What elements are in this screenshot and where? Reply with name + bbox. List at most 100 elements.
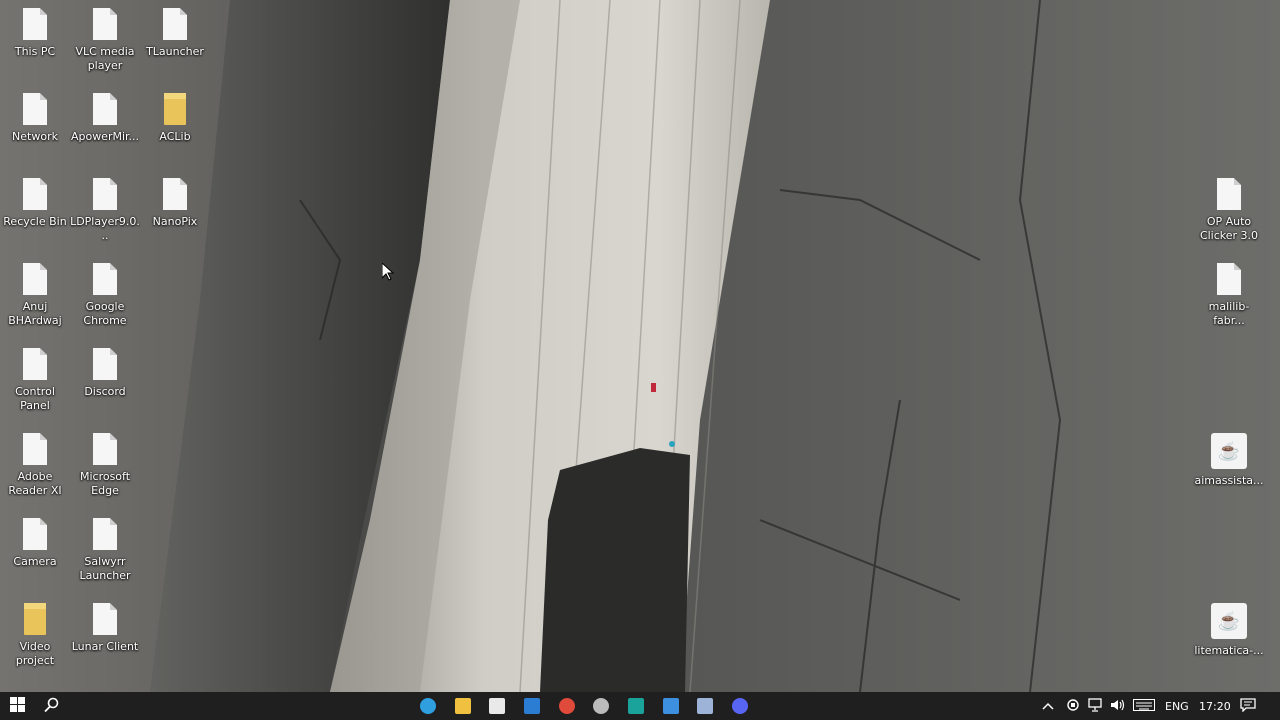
desktop-icon-label: ApowerMir... — [70, 130, 140, 143]
icon-glyph-wrapper — [92, 178, 118, 212]
file-icon — [93, 348, 117, 380]
taskbar-app-store[interactable] — [483, 692, 511, 720]
desktop-icon-malilib-fabr[interactable]: malilib-fabr... — [1193, 263, 1265, 328]
desktop-icon-label: Discord — [84, 385, 126, 398]
file-icon — [23, 8, 47, 40]
icon-glyph-wrapper — [92, 603, 118, 637]
taskbar-app-word[interactable] — [518, 692, 546, 720]
store-icon — [489, 698, 505, 714]
taskbar-app-app-circle[interactable] — [587, 692, 615, 720]
desktop-icon-label: Microsoft Edge — [79, 470, 131, 497]
desktop-icon-lunar-client[interactable]: Lunar Client — [69, 603, 141, 654]
chrome-icon — [559, 698, 575, 714]
taskbar-app-file-explorer[interactable] — [449, 692, 477, 720]
windows-logo-icon — [9, 696, 25, 716]
start-button[interactable] — [0, 692, 34, 720]
desktop-icon-label: LDPlayer9.0... — [70, 215, 140, 242]
tray-app-icon[interactable] — [1066, 692, 1080, 720]
desktop-icon-anuj-bhardwaj[interactable]: Anuj BHArdwaj — [0, 263, 71, 328]
keyboard-icon — [1133, 698, 1155, 714]
desktop-icon-op-auto-clicker-3-0[interactable]: OP Auto Clicker 3.0 — [1193, 178, 1265, 243]
file-icon — [93, 178, 117, 210]
icon-glyph-wrapper — [22, 348, 48, 382]
desktop-icon-camera[interactable]: Camera — [0, 518, 71, 569]
icon-glyph-wrapper — [22, 603, 48, 637]
desktop-icon-label: ACLib — [159, 130, 191, 143]
input-language-button[interactable]: ENG — [1165, 692, 1189, 720]
file-icon — [23, 518, 47, 550]
network-icon — [1088, 697, 1104, 715]
java-file-icon: ☕ — [1211, 603, 1247, 639]
desktop-icon-label: Adobe Reader XI — [8, 470, 62, 497]
desktop-icon-label: Network — [12, 130, 58, 143]
desktop-icon-this-pc[interactable]: This PC — [0, 8, 71, 59]
action-center-button[interactable] — [1240, 692, 1256, 720]
desktop-icon-ldplayer9-0[interactable]: LDPlayer9.0... — [69, 178, 141, 243]
desktop-icon-adobe-reader-xi[interactable]: Adobe Reader XI — [0, 433, 71, 498]
window-app-icon — [663, 698, 679, 714]
desktop-icon-google-chrome[interactable]: Google Chrome — [69, 263, 141, 328]
speaker-icon — [1110, 698, 1126, 715]
chevron-up-icon — [1042, 700, 1054, 713]
file-icon — [93, 263, 117, 295]
desktop-icon-label: Camera — [13, 555, 57, 568]
steering-icon — [593, 698, 609, 714]
icon-glyph-wrapper: ☕ — [1210, 433, 1248, 471]
file-icon — [93, 518, 117, 550]
desktop-icon-apowermir[interactable]: ApowerMir... — [69, 93, 141, 144]
taskbar-app-teal-app[interactable] — [622, 692, 650, 720]
clock-button[interactable]: 17:20 — [1199, 692, 1231, 720]
taskbar-app-edge[interactable] — [414, 692, 442, 720]
desktop-icon-label: Control Panel — [15, 385, 55, 412]
desktop-icon-nanopix[interactable]: NanoPix — [139, 178, 211, 229]
icon-glyph-wrapper — [22, 518, 48, 552]
icon-glyph-wrapper — [162, 93, 188, 127]
discord-icon — [732, 698, 748, 714]
file-icon — [93, 603, 117, 635]
desktop-icon-discord[interactable]: Discord — [69, 348, 141, 399]
tray-circle-icon — [1066, 698, 1080, 715]
file-icon — [163, 8, 187, 40]
desktop-icon-vlc-media-player[interactable]: VLC media player — [69, 8, 141, 73]
desktop-icon-microsoft-edge[interactable]: Microsoft Edge — [69, 433, 141, 498]
notification-icon — [1240, 697, 1256, 715]
icon-glyph-wrapper — [92, 348, 118, 382]
desktop-icon-label: VLC media player — [75, 45, 135, 72]
language-indicator: ENG — [1165, 699, 1189, 713]
show-hidden-icons-button[interactable] — [1042, 692, 1054, 720]
desktop-icon-aimassista[interactable]: ☕ aimassista... — [1193, 433, 1265, 488]
touch-keyboard-button[interactable] — [1133, 692, 1155, 720]
desktop-icon-label: NanoPix — [152, 215, 198, 228]
edge-icon — [420, 698, 436, 714]
taskbar-app-discord[interactable] — [726, 692, 754, 720]
desktop-icon-control-panel[interactable]: Control Panel — [0, 348, 71, 413]
network-button[interactable] — [1088, 692, 1104, 720]
desktop-icon-video-project[interactable]: Video project — [0, 603, 71, 668]
desktop-icon-aclib[interactable]: ACLib — [139, 93, 211, 144]
desktop-icon-recycle-bin[interactable]: Recycle Bin — [0, 178, 71, 229]
taskbar-app-blue-app[interactable] — [657, 692, 685, 720]
file-icon — [23, 433, 47, 465]
teal-app-icon — [628, 698, 644, 714]
volume-button[interactable] — [1110, 692, 1126, 720]
desktop-icon-tlauncher[interactable]: TLauncher — [139, 8, 211, 59]
icon-glyph-wrapper — [162, 8, 188, 42]
icon-glyph-wrapper: ☕ — [1210, 603, 1248, 641]
desktop-icon-network[interactable]: Network — [0, 93, 71, 144]
camera-icon — [697, 698, 713, 714]
desktop-icon-label: malilib-fabr... — [1208, 300, 1250, 327]
icon-glyph-wrapper — [22, 433, 48, 467]
file-icon — [93, 8, 117, 40]
desktop-icon-litematica[interactable]: ☕ litematica-... — [1193, 603, 1265, 658]
icon-glyph-wrapper — [22, 8, 48, 42]
icon-glyph-wrapper — [22, 93, 48, 127]
desktop-icon-salwyrr-launcher[interactable]: Salwyrr Launcher — [69, 518, 141, 583]
desktop-icon-label: Salwyrr Launcher — [79, 555, 131, 582]
taskbar-app-chrome[interactable] — [553, 692, 581, 720]
search-icon — [43, 697, 59, 716]
desktop-icon-label: Recycle Bin — [3, 215, 67, 228]
taskbar-app-camera[interactable] — [691, 692, 719, 720]
word-icon — [524, 698, 540, 714]
search-button[interactable] — [36, 692, 66, 720]
folder-icon — [455, 698, 471, 714]
